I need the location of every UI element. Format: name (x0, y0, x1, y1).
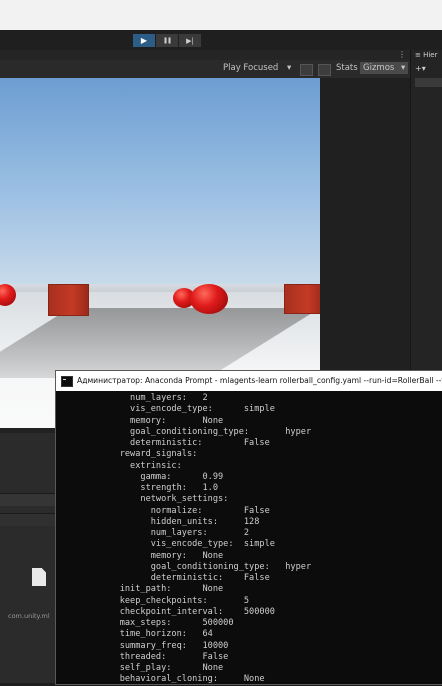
console-line: network_settings: (99, 494, 229, 505)
stats-button[interactable]: Stats (336, 63, 358, 73)
console-line: strength: 1.0 (99, 483, 218, 493)
mute-audio-icon[interactable] (300, 64, 313, 76)
add-object-icon[interactable]: +▾ (415, 64, 426, 73)
red-cube-right (284, 284, 320, 314)
game-view-toolbar: Play Focused ▾ Stats Gizmos ▾ (0, 60, 410, 79)
play-button[interactable]: ▶ (133, 34, 155, 47)
console-line: vis_encode_type: simple (99, 404, 275, 415)
console-line: threaded: False (99, 651, 229, 662)
console-line: extrinsic: (99, 460, 182, 471)
chevron-down-icon: ▾ (287, 63, 292, 73)
game-tab-strip: ⋮ (0, 50, 410, 60)
project-toolbar (0, 513, 55, 526)
play-focused-label: Play Focused (223, 63, 279, 73)
console-line: num_layers: 2 (99, 528, 250, 538)
red-sphere-agent (190, 284, 228, 314)
play-focused-dropdown[interactable]: Play Focused ▾ (223, 63, 291, 73)
sky (0, 78, 320, 288)
layout-icon[interactable] (318, 64, 331, 76)
hierarchy-row[interactable] (415, 78, 442, 87)
console-line: keep_checkpoints: 5 (99, 595, 250, 606)
file-label: com.unity.ml (8, 612, 50, 620)
terminal-icon (61, 376, 73, 387)
console-line: reward_signals: (99, 449, 198, 460)
step-icon: ▶| (186, 36, 194, 45)
unity-toolbar: ▶ ❚❚ ▶| (0, 30, 442, 51)
hierarchy-tab[interactable]: ≡ Hier (415, 51, 437, 59)
chevron-down-icon: ▾ (401, 63, 406, 73)
console-line: gamma: 0.99 (99, 471, 224, 482)
console-line: checkpoint_interval: 500000 (99, 606, 275, 617)
console-line: init_path: None (99, 584, 224, 595)
console-line: normalize: False (99, 505, 270, 516)
console-line: memory: None (99, 550, 224, 561)
play-icon: ▶ (140, 36, 148, 45)
console-title-bar[interactable]: Администратор: Anaconda Prompt - mlagent… (56, 371, 442, 391)
console-line: deterministic: False (99, 573, 270, 583)
project-panel (0, 433, 55, 683)
console-line: max_steps: 500000 (99, 618, 234, 628)
console-line: time_horizon: 64 (99, 629, 213, 640)
kebab-menu-icon[interactable]: ⋮ (398, 50, 406, 60)
console-output: num_layers: 2 vis_encode_type: simple me… (56, 393, 442, 686)
pause-button[interactable]: ❚❚ (156, 34, 178, 47)
gizmos-button[interactable]: Gizmos ▾ (360, 62, 409, 74)
console-title: Администратор: Anaconda Prompt - mlagent… (77, 376, 442, 385)
console-line: behavioral_cloning: None (99, 674, 265, 685)
console-line: summary_freq: 10000 (99, 640, 229, 651)
red-cube-left (48, 284, 89, 316)
gizmos-label: Gizmos (363, 63, 395, 73)
console-line: deterministic: False (99, 438, 270, 448)
console-line: goal_conditioning_type: hyper (99, 426, 312, 437)
console-line: hidden_units: 128 (99, 516, 260, 527)
file-icon[interactable] (32, 568, 46, 586)
console-line: goal_conditioning_type: hyper (99, 561, 312, 572)
console-line: vis_encode_type: simple (99, 539, 275, 550)
console-line: num_layers: 2 (99, 393, 208, 403)
project-tab-strip (0, 493, 55, 506)
pause-icon: ❚❚ (162, 37, 172, 44)
step-button[interactable]: ▶| (179, 34, 201, 47)
play-controls: ▶ ❚❚ ▶| (133, 34, 202, 47)
console-line: self_play: None (99, 663, 224, 673)
anaconda-prompt-window[interactable]: Администратор: Anaconda Prompt - mlagent… (55, 370, 442, 685)
browser-top-bar (0, 0, 442, 30)
console-line: memory: None (99, 415, 224, 426)
